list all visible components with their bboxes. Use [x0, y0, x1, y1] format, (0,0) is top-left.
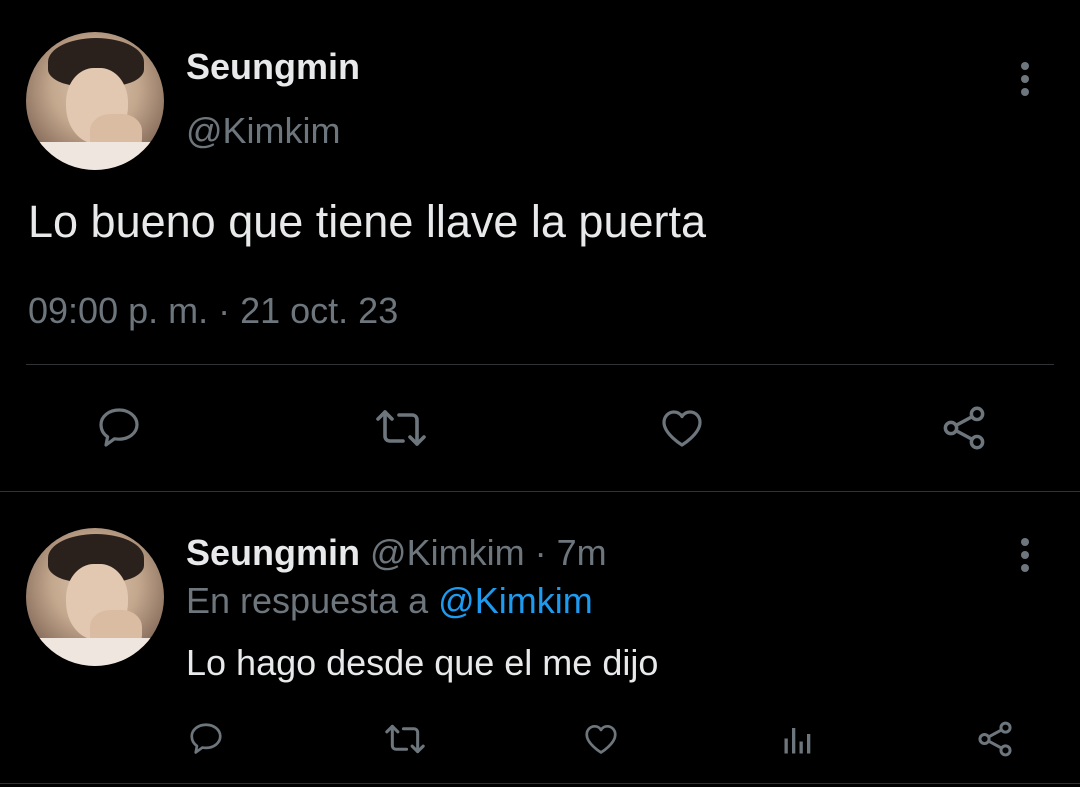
more-options-icon[interactable]	[1020, 62, 1030, 101]
reply-header: Seungmin @Kimkim · 7m	[186, 532, 607, 574]
reply-icon[interactable]	[94, 404, 144, 452]
divider	[0, 491, 1080, 492]
tweet-text: Lo hago desde que el me dijo	[186, 642, 659, 683]
reply-prefix: En respuesta a	[186, 580, 429, 621]
analytics-icon[interactable]	[780, 722, 816, 758]
reply-to-link[interactable]: @Kimkim	[438, 580, 593, 621]
handle[interactable]: @Kimkim	[186, 110, 341, 152]
avatar[interactable]	[26, 32, 164, 170]
divider	[26, 364, 1054, 365]
display-name[interactable]: Seungmin	[186, 532, 360, 573]
display-name[interactable]: Seungmin	[186, 46, 360, 88]
handle[interactable]: @Kimkim	[370, 532, 525, 573]
share-icon[interactable]	[938, 402, 990, 454]
retweet-icon[interactable]	[382, 720, 428, 758]
more-options-icon[interactable]	[1020, 538, 1030, 577]
reply-context: En respuesta a @Kimkim	[186, 580, 593, 622]
share-icon[interactable]	[974, 718, 1016, 760]
timestamp[interactable]: 09:00 p. m. · 21 oct. 23	[28, 290, 398, 332]
time-ago[interactable]: 7m	[557, 532, 607, 573]
like-icon[interactable]	[656, 404, 708, 452]
separator: ·	[534, 532, 547, 573]
divider	[0, 783, 1080, 784]
retweet-icon[interactable]	[372, 404, 430, 452]
avatar[interactable]	[26, 528, 164, 666]
reply-icon[interactable]	[186, 720, 226, 758]
like-icon[interactable]	[580, 720, 622, 758]
tweet-text: Lo bueno que tiene llave la puerta	[28, 196, 707, 247]
